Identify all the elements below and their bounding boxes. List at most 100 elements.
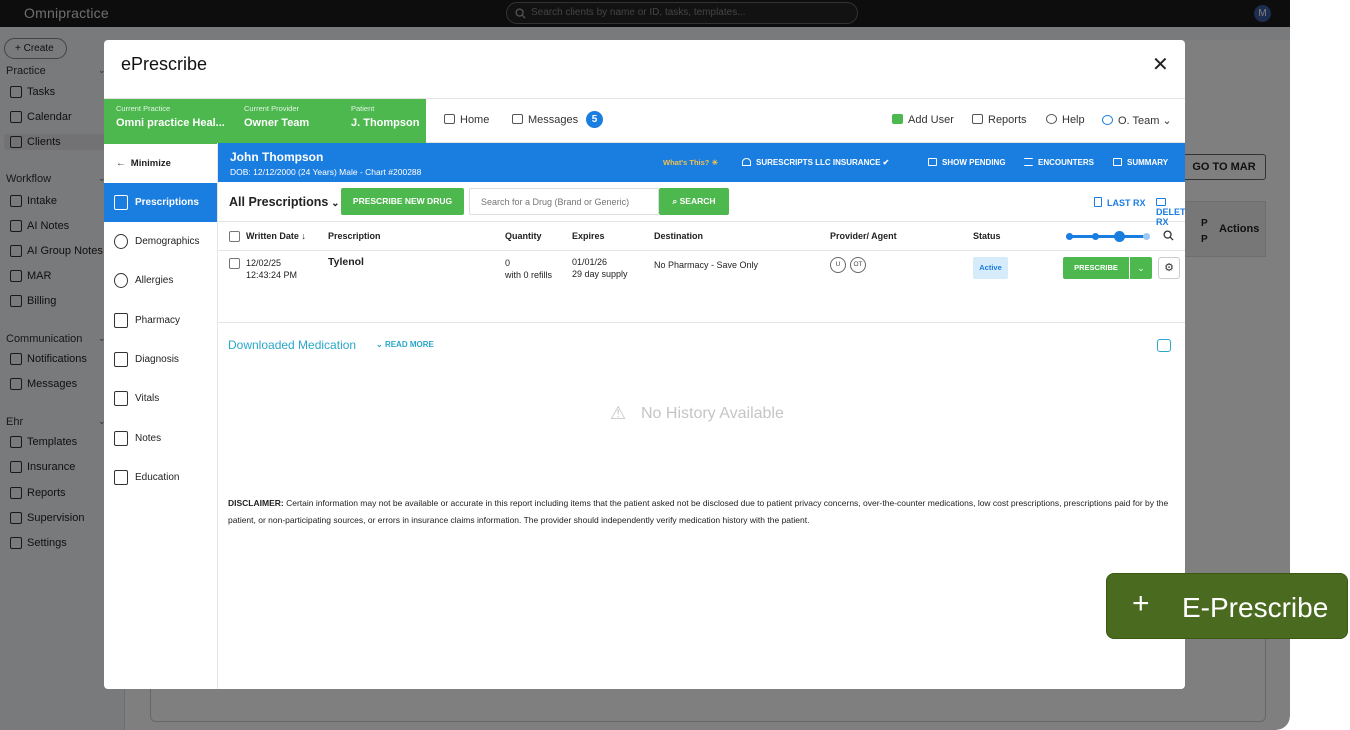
last-rx-link[interactable]: LAST RX xyxy=(1094,197,1146,208)
prescribe-new-drug-button[interactable]: PRESCRIBE NEW DRUG xyxy=(341,188,464,215)
search-button[interactable]: ⌕ SEARCH xyxy=(659,188,729,215)
agent-ot-badge[interactable]: OT xyxy=(850,257,866,273)
current-provider-value: Owner Team xyxy=(244,117,310,129)
nav-reports[interactable]: Reports xyxy=(972,114,1027,126)
nav-add-user[interactable]: Add User xyxy=(892,114,954,126)
chevron-down-icon: ⌄ xyxy=(1159,115,1172,127)
pencil-icon xyxy=(114,431,128,446)
user-menu[interactable]: O. Team ⌄ xyxy=(1102,114,1172,127)
quantity-value: 0 xyxy=(505,258,511,268)
column-header-status: Status xyxy=(973,231,1001,241)
row-checkbox[interactable] xyxy=(229,258,240,269)
left-nav-label: Diagnosis xyxy=(135,354,179,365)
last-rx-label: LAST RX xyxy=(1107,198,1146,208)
column-header-expires: Expires xyxy=(572,231,605,241)
nav-add-user-label: Add User xyxy=(908,114,954,126)
table-row[interactable]: 12/02/25 12:43:24 PM Tylenol 0 with 0 re… xyxy=(218,251,1185,323)
left-nav-demographics[interactable]: Demographics xyxy=(104,222,217,261)
current-provider[interactable]: Current Provider Owner Team xyxy=(244,104,309,129)
left-nav-notes[interactable]: Notes xyxy=(104,419,217,458)
whats-this-label: What's This? xyxy=(663,158,710,167)
supply-value: 29 day supply xyxy=(572,269,628,279)
e-prescribe-label: E-Prescribe xyxy=(1182,592,1329,623)
store-icon xyxy=(114,313,128,328)
left-nav-label: Education xyxy=(135,472,180,483)
book-icon xyxy=(114,470,128,485)
vitals-icon xyxy=(114,391,128,406)
left-nav: ← Minimize Prescriptions Demographics Al… xyxy=(104,143,218,689)
chevron-down-icon[interactable]: ⌄ xyxy=(1130,257,1152,279)
status-badge: Active xyxy=(973,257,1008,279)
agent-u-badge[interactable]: U xyxy=(830,257,846,273)
left-nav-allergies[interactable]: Allergies xyxy=(104,261,217,300)
left-nav-diagnosis[interactable]: Diagnosis xyxy=(104,340,217,379)
column-width-slider[interactable] xyxy=(1066,231,1150,242)
current-practice[interactable]: Current Practice Omni practice Heal... xyxy=(116,104,225,129)
column-header-destination: Destination xyxy=(654,231,704,241)
column-header-quantity: Quantity xyxy=(505,231,542,241)
show-pending-label: SHOW PENDING xyxy=(942,158,1006,167)
select-all-checkbox[interactable] xyxy=(229,231,240,242)
lightbulb-icon: ☀ xyxy=(709,158,719,167)
written-time: 12:43:24 PM xyxy=(246,270,298,280)
left-nav-vitals[interactable]: Vitals xyxy=(104,379,217,418)
minimize-button[interactable]: ← Minimize xyxy=(116,158,171,169)
left-nav-label: Pharmacy xyxy=(135,315,181,326)
e-prescribe-button[interactable]: + E-Prescribe xyxy=(1106,573,1348,639)
written-date-cell: 12/02/25 12:43:24 PM xyxy=(246,257,297,281)
expires-cell: 01/01/26 29 day supply xyxy=(572,256,628,280)
whats-this-link[interactable]: What's This? ☀ xyxy=(663,158,718,167)
nav-messages[interactable]: Messages xyxy=(512,114,578,126)
column-header-provider-agent: Provider/ Agent xyxy=(830,231,897,241)
destination-cell: No Pharmacy - Save Only xyxy=(654,260,759,270)
minimize-label: Minimize xyxy=(130,158,171,169)
refills-value: with 0 refills xyxy=(505,270,553,280)
insurance-link[interactable]: SURESCRIPTS LLC INSURANCE ✔ xyxy=(742,158,889,167)
clipboard-icon xyxy=(1113,158,1122,166)
slider-stop xyxy=(1092,233,1099,240)
left-nav-education[interactable]: Education xyxy=(104,458,217,497)
edit-icon xyxy=(114,195,128,210)
patient-bar: John Thompson DOB: 12/12/2000 (24 Years)… xyxy=(218,143,1185,182)
print-icon[interactable] xyxy=(1157,339,1171,352)
left-nav-label: Allergies xyxy=(135,275,174,286)
left-nav-label: Notes xyxy=(135,433,162,444)
drug-search-input[interactable] xyxy=(469,188,659,215)
expires-value: 01/01/26 xyxy=(572,257,608,267)
written-date: 12/02/25 xyxy=(246,258,282,268)
prescribe-button[interactable]: PRESCRIBE xyxy=(1063,257,1129,279)
close-icon[interactable]: ✕ xyxy=(1152,52,1169,77)
help-icon xyxy=(1046,114,1057,124)
prescription-name[interactable]: Tylenol xyxy=(328,256,364,268)
patient[interactable]: Patient J. Thompson xyxy=(351,104,419,129)
left-nav-label: Prescriptions xyxy=(135,197,199,208)
column-header-written-date[interactable]: Written Date ↓ xyxy=(246,231,306,241)
read-more-link[interactable]: ⌄ READ MORE xyxy=(376,340,434,349)
plus-icon: + xyxy=(1132,587,1150,620)
encounters-link[interactable]: ENCOUNTERS xyxy=(1024,158,1094,167)
messages-count-badge: 5 xyxy=(586,111,603,128)
nav-help[interactable]: Help xyxy=(1046,114,1085,126)
left-nav-pharmacy[interactable]: Pharmacy xyxy=(104,301,217,340)
file-icon xyxy=(1094,197,1102,207)
summary-link[interactable]: SUMMARY xyxy=(1113,158,1168,167)
empty-state-message: No History Available xyxy=(641,405,784,422)
slider-stop xyxy=(1143,233,1150,240)
plus-icon xyxy=(892,114,903,124)
disclaimer-body: Certain information may not be available… xyxy=(228,498,1169,525)
nav-home[interactable]: Home xyxy=(444,114,489,126)
folder-icon xyxy=(1156,198,1166,206)
patient-dob: DOB: 12/12/2000 (24 Years) Male - Chart … xyxy=(230,167,422,177)
summary-label: SUMMARY xyxy=(1127,158,1169,167)
pill-icon xyxy=(114,273,128,288)
left-nav-prescriptions[interactable]: Prescriptions xyxy=(104,183,217,222)
slider-handle[interactable] xyxy=(1114,231,1125,242)
prescription-filter-dropdown[interactable]: All Prescriptions ⌄ xyxy=(229,195,340,209)
gear-icon[interactable]: ⚙ xyxy=(1158,257,1180,279)
show-pending-link[interactable]: SHOW PENDING xyxy=(928,158,1006,167)
list-icon xyxy=(1024,158,1033,166)
disclaimer-label: DISCLAIMER: xyxy=(228,498,284,508)
insurance-label: SURESCRIPTS LLC INSURANCE xyxy=(756,158,881,167)
search-icon[interactable] xyxy=(1163,230,1174,244)
patient-name: John Thompson xyxy=(230,150,324,164)
